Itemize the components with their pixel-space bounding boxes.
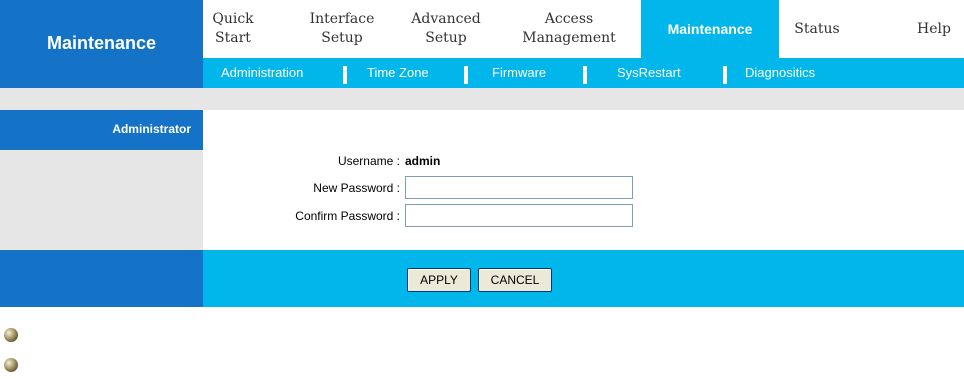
main-nav: Quick Start Interface Setup Advanced Set… [203, 0, 964, 58]
apply-button[interactable]: APPLY [407, 268, 471, 292]
button-bar-side [0, 250, 203, 307]
username-value: admin [405, 154, 441, 168]
nav-help-label: Help [917, 20, 951, 37]
nav-advanced-setup[interactable]: Advanced Setup [401, 0, 491, 58]
nav-quick-start[interactable]: Quick Start [203, 0, 263, 58]
bullet-icon [4, 358, 18, 372]
nav-access-management[interactable]: Access Management [511, 0, 627, 58]
section-header: Administrator [0, 110, 203, 150]
sub-nav: Administration Time Zone Firmware SysRes… [203, 58, 964, 88]
new-password-label: New Password : [313, 181, 400, 195]
brand-panel: Maintenance [0, 0, 203, 88]
subnav-administration[interactable]: Administration [221, 58, 303, 88]
nav-help[interactable]: Help [909, 0, 959, 58]
confirm-password-label: Confirm Password : [295, 209, 400, 223]
nav-interface-setup-line1: Interface [309, 11, 375, 27]
nav-status[interactable]: Status [781, 0, 853, 58]
section-sidebar [0, 150, 203, 250]
section-title: Administrator [112, 122, 191, 136]
confirm-password-field[interactable] [405, 204, 633, 227]
subnav-time-zone[interactable]: Time Zone [367, 58, 429, 88]
nav-maintenance[interactable]: Maintenance [641, 0, 779, 58]
subnav-separator [723, 66, 727, 84]
nav-access-management-line1: Access [544, 11, 594, 27]
nav-advanced-setup-line2: Setup [425, 30, 467, 46]
divider-bar [0, 88, 964, 110]
subnav-separator [583, 66, 587, 84]
new-password-field[interactable] [405, 176, 633, 199]
nav-interface-setup-line2: Setup [321, 30, 363, 46]
nav-quick-start-line2: Start [215, 30, 251, 46]
top-navigation: Maintenance Quick Start Interface Setup … [0, 0, 964, 88]
nav-quick-start-line1: Quick [212, 11, 254, 27]
button-bar [203, 250, 964, 307]
page-title: Maintenance [46, 33, 157, 53]
subnav-diagnostics[interactable]: Diagnositics [745, 58, 815, 88]
nav-access-management-line2: Management [522, 30, 616, 46]
nav-maintenance-label: Maintenance [667, 20, 753, 37]
cancel-button[interactable]: CANCEL [478, 268, 552, 292]
nav-interface-setup[interactable]: Interface Setup [295, 0, 389, 58]
subnav-sysrestart[interactable]: SysRestart [617, 58, 681, 88]
subnav-separator [343, 66, 347, 84]
subnav-firmware[interactable]: Firmware [492, 58, 546, 88]
nav-status-label: Status [794, 20, 840, 37]
username-label: Username : [337, 154, 400, 168]
subnav-separator [464, 66, 468, 84]
nav-advanced-setup-line1: Advanced [411, 11, 481, 27]
bullet-icon [4, 328, 18, 342]
